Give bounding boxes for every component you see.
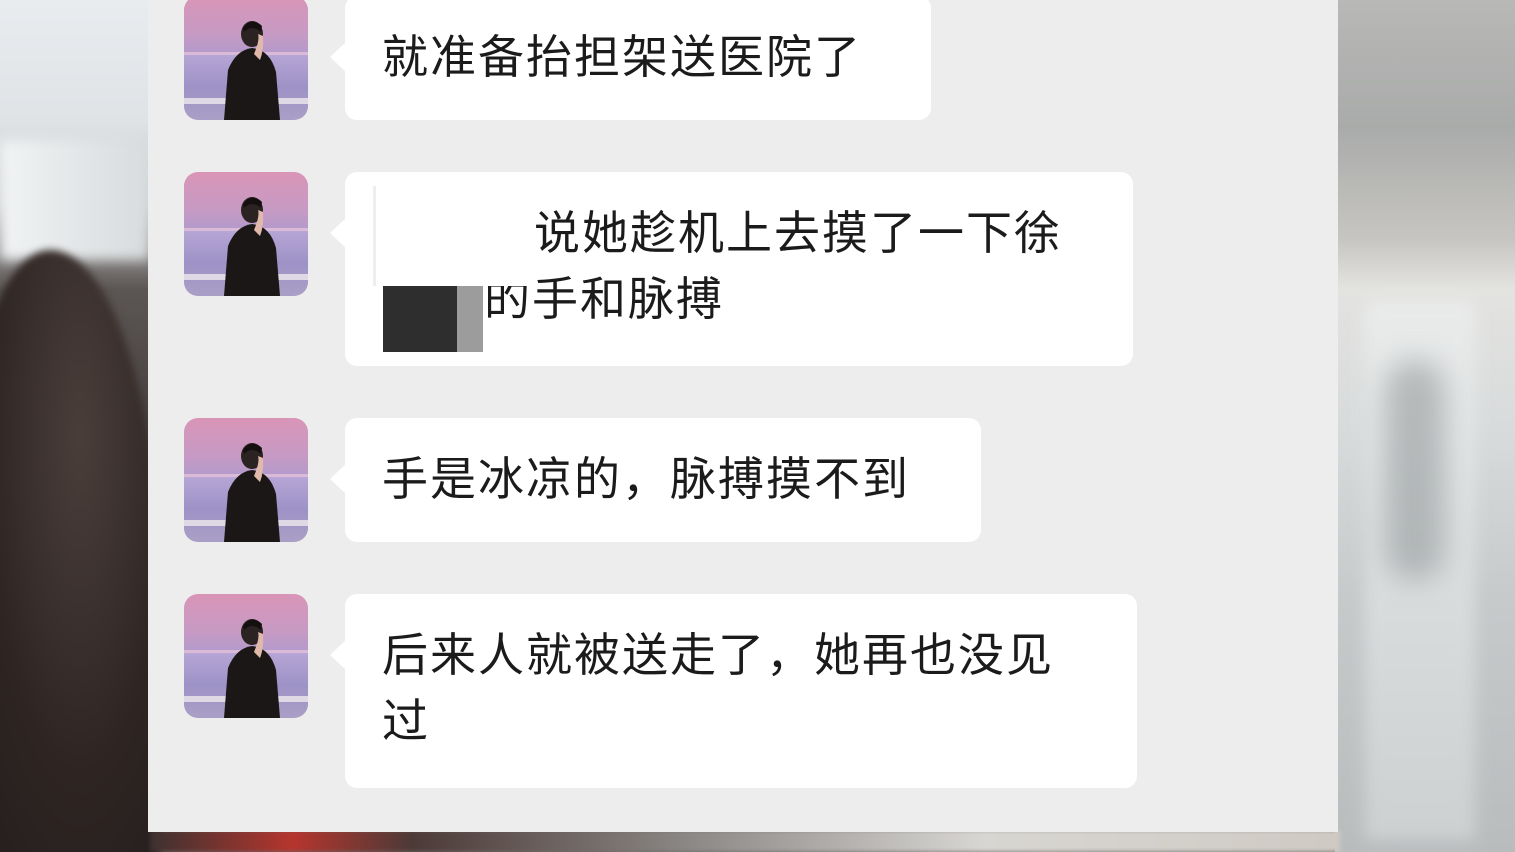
avatar[interactable] xyxy=(184,594,308,718)
avatar-person-icon xyxy=(224,197,280,296)
background-window xyxy=(0,140,150,260)
avatar-person-icon xyxy=(224,619,280,718)
background-bottom xyxy=(150,830,1340,852)
redaction-block xyxy=(457,286,483,352)
message-bubble[interactable]: 后来人就被送走了，她再也没见过 xyxy=(330,594,1137,788)
message-bubble[interactable]: 说她趁机上去摸了一下徐 的手和脉搏 xyxy=(330,172,1133,366)
redaction-block xyxy=(383,286,457,352)
avatar[interactable] xyxy=(184,0,308,120)
message-text: 后来人就被送走了，她再也没见过 xyxy=(382,628,1054,748)
message-text: 就准备抬担架送医院了 xyxy=(382,30,862,84)
message-bubble[interactable]: 就准备抬担架送医院了 xyxy=(330,0,931,120)
avatar-person-icon xyxy=(224,21,280,120)
chat-panel: 就准备抬担架送医院了 说她趁机上去摸了一下徐 的手和脉搏 手是冰凉的，脉搏摸不到… xyxy=(148,0,1338,832)
avatar[interactable] xyxy=(184,418,308,542)
avatar[interactable] xyxy=(184,172,308,296)
message-text: 手是冰凉的，脉搏摸不到 xyxy=(382,452,910,506)
avatar-person-icon xyxy=(224,443,280,542)
message-bubble[interactable]: 手是冰凉的，脉搏摸不到 xyxy=(330,418,981,542)
background-shadow xyxy=(1385,360,1445,580)
blank-patch xyxy=(373,186,536,286)
